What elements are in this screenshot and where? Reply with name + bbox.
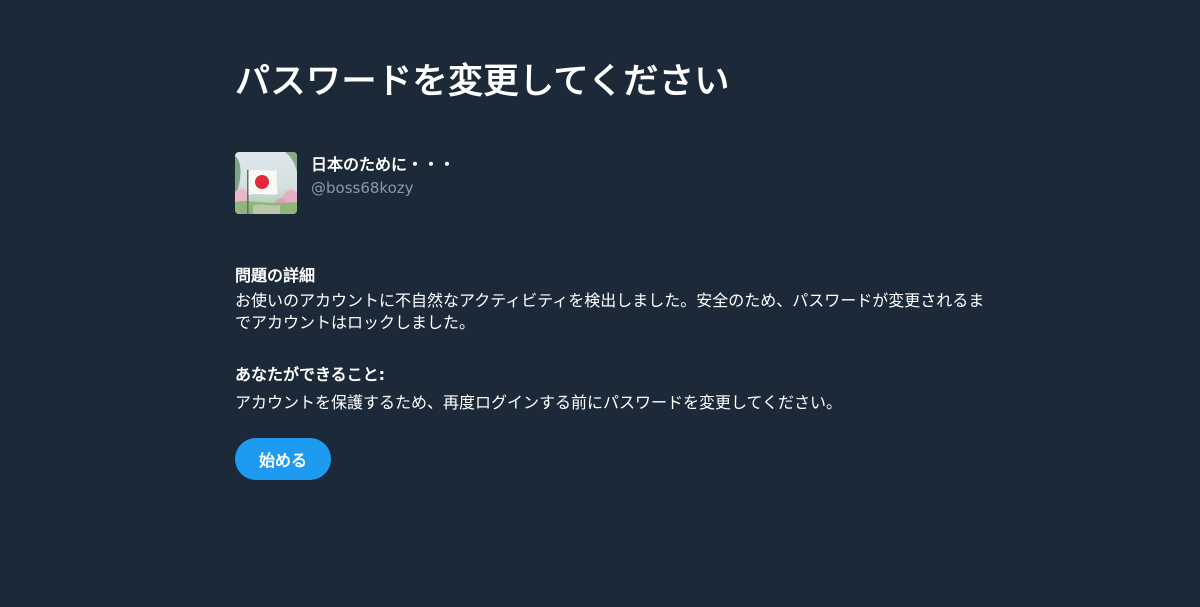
start-button[interactable]: 始める xyxy=(235,438,331,480)
avatar xyxy=(235,152,297,214)
page-title: パスワードを変更してください xyxy=(235,62,730,102)
account-info: 日本のために・・・ @boss68kozy xyxy=(311,155,455,198)
account-display-name: 日本のために・・・ xyxy=(311,155,456,174)
account-handle: @boss68kozy xyxy=(311,179,414,197)
details-text: お使いのアカウントに不自然なアクティビティを検出しました。安全のため、パスワード… xyxy=(235,291,985,332)
actions-text: アカウントを保護するため、再度ログインする前にパスワードを変更してください。 xyxy=(235,393,843,412)
password-change-page: パスワードを変更してください 日本のために・・・ @boss68kozy 問題の… xyxy=(0,0,1200,607)
main-content: パスワードを変更してください 日本のために・・・ @boss68kozy 問題の… xyxy=(235,58,995,480)
actions-heading: あなたができること: xyxy=(235,365,386,384)
japan-flag-avatar-icon xyxy=(235,152,297,214)
details-heading: 問題の詳細 xyxy=(235,266,316,285)
account-card: 日本のために・・・ @boss68kozy xyxy=(235,152,455,214)
